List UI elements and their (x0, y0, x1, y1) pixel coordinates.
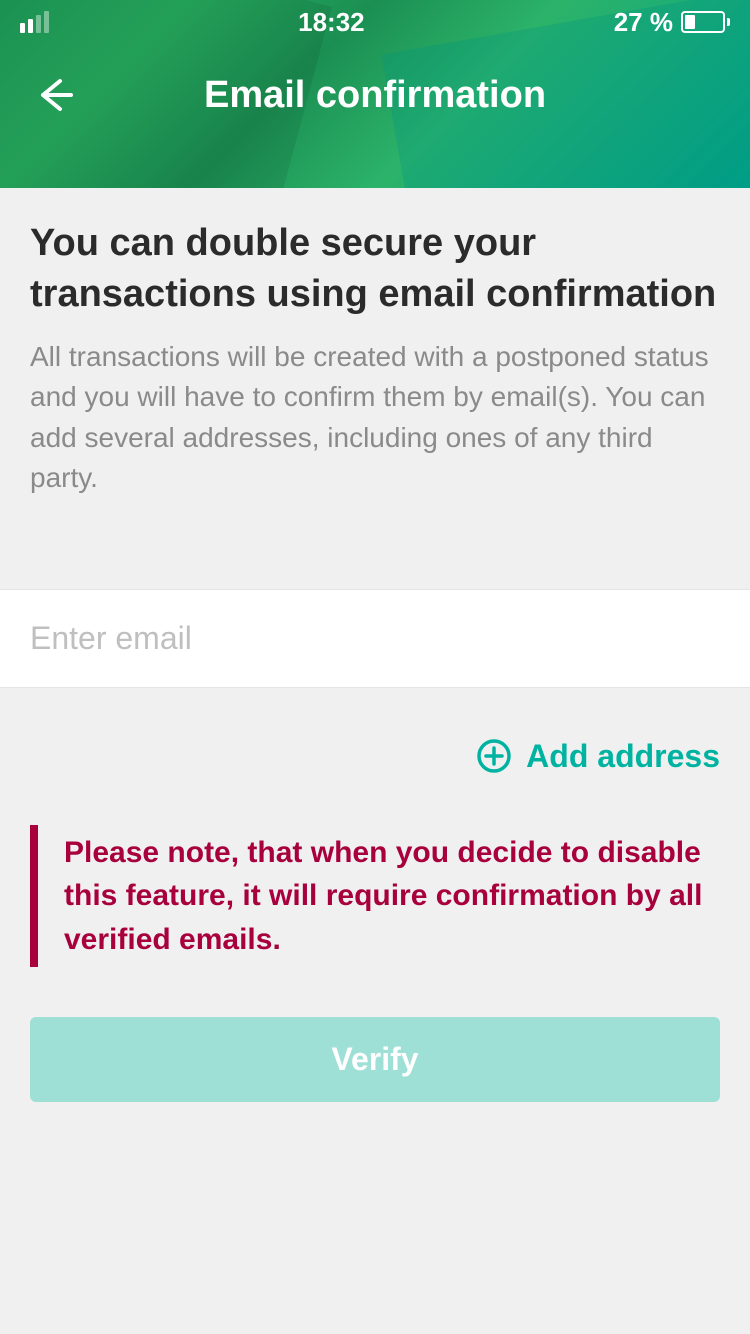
status-time: 18:32 (298, 7, 365, 38)
battery-percent: 27 % (614, 7, 673, 38)
email-field[interactable] (30, 620, 720, 657)
plus-circle-icon (476, 738, 512, 774)
add-address-label: Add address (526, 738, 720, 775)
back-button[interactable] (30, 70, 80, 120)
app-header: 18:32 27 % Email confirmation (0, 0, 750, 188)
content-section: You can double secure your transactions … (0, 188, 750, 529)
status-signal (20, 11, 49, 33)
email-input-container (0, 589, 750, 688)
battery-icon (681, 11, 730, 33)
status-battery-group: 27 % (614, 7, 730, 38)
warning-note-text: Please note, that when you decide to dis… (64, 831, 720, 962)
status-bar: 18:32 27 % (0, 0, 750, 44)
signal-bars-icon (20, 11, 49, 33)
warning-note: Please note, that when you decide to dis… (30, 825, 720, 968)
content-heading: You can double secure your transactions … (30, 218, 720, 321)
verify-button[interactable]: Verify (30, 1017, 720, 1102)
arrow-left-icon (35, 75, 75, 115)
add-address-button[interactable]: Add address (0, 688, 750, 805)
content-description: All transactions will be created with a … (30, 337, 720, 499)
page-title: Email confirmation (80, 74, 670, 117)
